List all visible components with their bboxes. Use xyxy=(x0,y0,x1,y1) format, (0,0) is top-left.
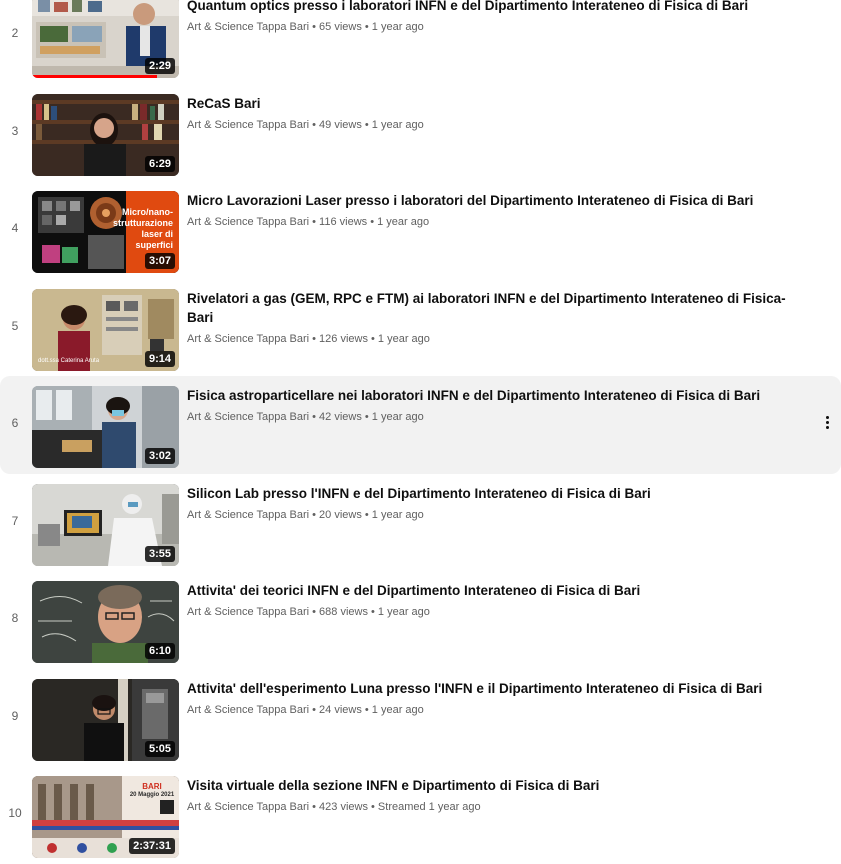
thumbnail-caption: dott.ssa Caterina Aruta xyxy=(38,357,100,364)
video-title[interactable]: Fisica astroparticellare nei laboratori … xyxy=(187,386,807,405)
playlist-row-4[interactable]: 4 Micro/nano- strutturazione laser di su… xyxy=(0,181,841,279)
video-title[interactable]: Attivita' dell'esperimento Luna presso l… xyxy=(187,679,807,698)
video-metadata: Art & Science Tappa Bari • 116 views • 1… xyxy=(187,216,430,228)
video-duration: 6:29 xyxy=(144,155,175,172)
video-duration: 3:02 xyxy=(144,448,175,464)
video-metadata: Art & Science Tappa Bari • 42 views • 1 … xyxy=(187,411,424,423)
video-title[interactable]: Silicon Lab presso l'INFN e del Dipartim… xyxy=(187,484,807,503)
video-duration: 3:07 xyxy=(144,253,175,269)
video-title[interactable]: Attivita' dei teorici INFN e del Diparti… xyxy=(187,581,807,600)
video-index: 9 xyxy=(11,708,19,723)
video-index: 7 xyxy=(11,513,19,528)
video-metadata: Art & Science Tappa Bari • 423 views • S… xyxy=(187,801,481,813)
video-metadata: Art & Science Tappa Bari • 126 views • 1… xyxy=(187,332,430,345)
video-thumbnail[interactable]: 6:10 xyxy=(32,581,179,663)
video-thumbnail[interactable]: dott.ssa Caterina Aruta 9:14 xyxy=(32,288,179,371)
video-index: 4 xyxy=(11,221,19,235)
video-title[interactable]: Visita virtuale della sezione INFN e Dip… xyxy=(187,776,807,795)
video-index: 3 xyxy=(11,123,19,138)
playlist-row-10[interactable]: 10 BARI 20 Maggio 2021 2:37:31 Visita vi… xyxy=(0,766,841,864)
video-metadata: Art & Science Tappa Bari • 49 views • 1 … xyxy=(187,118,424,131)
video-thumbnail[interactable]: 3:55 xyxy=(32,483,179,566)
watch-progress-bar xyxy=(32,75,157,78)
video-thumbnail[interactable]: 6:29 xyxy=(32,93,179,176)
playlist-row-2[interactable]: 2 2:29 Quantum optics presso i laborator… xyxy=(0,0,841,84)
video-thumbnail[interactable]: 2:29 xyxy=(32,0,179,78)
video-metadata: Art & Science Tappa Bari • 65 views • 1 … xyxy=(187,21,424,33)
video-index: 5 xyxy=(11,318,19,333)
playlist-row-7[interactable]: 7 3:55 Silicon Lab presso l'INFN e del D… xyxy=(0,474,841,572)
video-index: 10 xyxy=(8,806,22,820)
playlist-row-8[interactable]: 8 6:10 Attivita' dei teorici INFN e del … xyxy=(0,571,841,669)
video-thumbnail[interactable]: BARI 20 Maggio 2021 2:37:31 xyxy=(32,776,179,858)
video-index: 2 xyxy=(11,26,19,40)
video-duration: 3:55 xyxy=(144,545,175,562)
video-duration: 9:14 xyxy=(144,350,175,367)
video-title[interactable]: Quantum optics presso i laboratori INFN … xyxy=(187,0,807,15)
playlist-row-5[interactable]: 5 dott.ssa Caterina Aruta 9:14 Rivelator… xyxy=(0,279,841,377)
video-index: 6 xyxy=(11,416,19,430)
video-metadata: Art & Science Tappa Bari • 20 views • 1 … xyxy=(187,508,424,521)
video-duration: 6:10 xyxy=(144,643,175,659)
video-title[interactable]: Rivelatori a gas (GEM, RPC e FTM) ai lab… xyxy=(187,289,807,327)
video-title[interactable]: Micro Lavorazioni Laser presso i laborat… xyxy=(187,191,807,210)
video-index: 8 xyxy=(11,611,19,625)
video-metadata: Art & Science Tappa Bari • 24 views • 1 … xyxy=(187,703,424,716)
playlist-row-3[interactable]: 3 6:29 ReCaS Bari Art & Science Tappa Ba… xyxy=(0,84,841,182)
more-vertical-icon[interactable] xyxy=(821,414,833,434)
poster-text: BARI 20 Maggio 2021 xyxy=(129,782,175,798)
video-thumbnail[interactable]: 5:05 xyxy=(32,678,179,761)
playlist-row-6[interactable]: 6 3:02 Fisica astroparticellare nei labo… xyxy=(0,376,841,474)
video-thumbnail[interactable]: 3:02 xyxy=(32,386,179,468)
thumbnail-overlay-text: Micro/nano- strutturazione laser di supe… xyxy=(112,207,173,250)
video-title[interactable]: ReCaS Bari xyxy=(187,94,807,113)
playlist-row-9[interactable]: 9 5:05 Attivita' dell'esperimento Luna p… xyxy=(0,669,841,767)
video-metadata: Art & Science Tappa Bari • 688 views • 1… xyxy=(187,606,430,618)
video-thumbnail[interactable]: Micro/nano- strutturazione laser di supe… xyxy=(32,191,179,273)
video-duration: 2:37:31 xyxy=(129,838,175,854)
video-duration: 2:29 xyxy=(144,58,175,74)
playlist-video-list: 2 2:29 Quantum optics presso i laborator… xyxy=(0,0,841,864)
video-duration: 5:05 xyxy=(144,740,175,757)
